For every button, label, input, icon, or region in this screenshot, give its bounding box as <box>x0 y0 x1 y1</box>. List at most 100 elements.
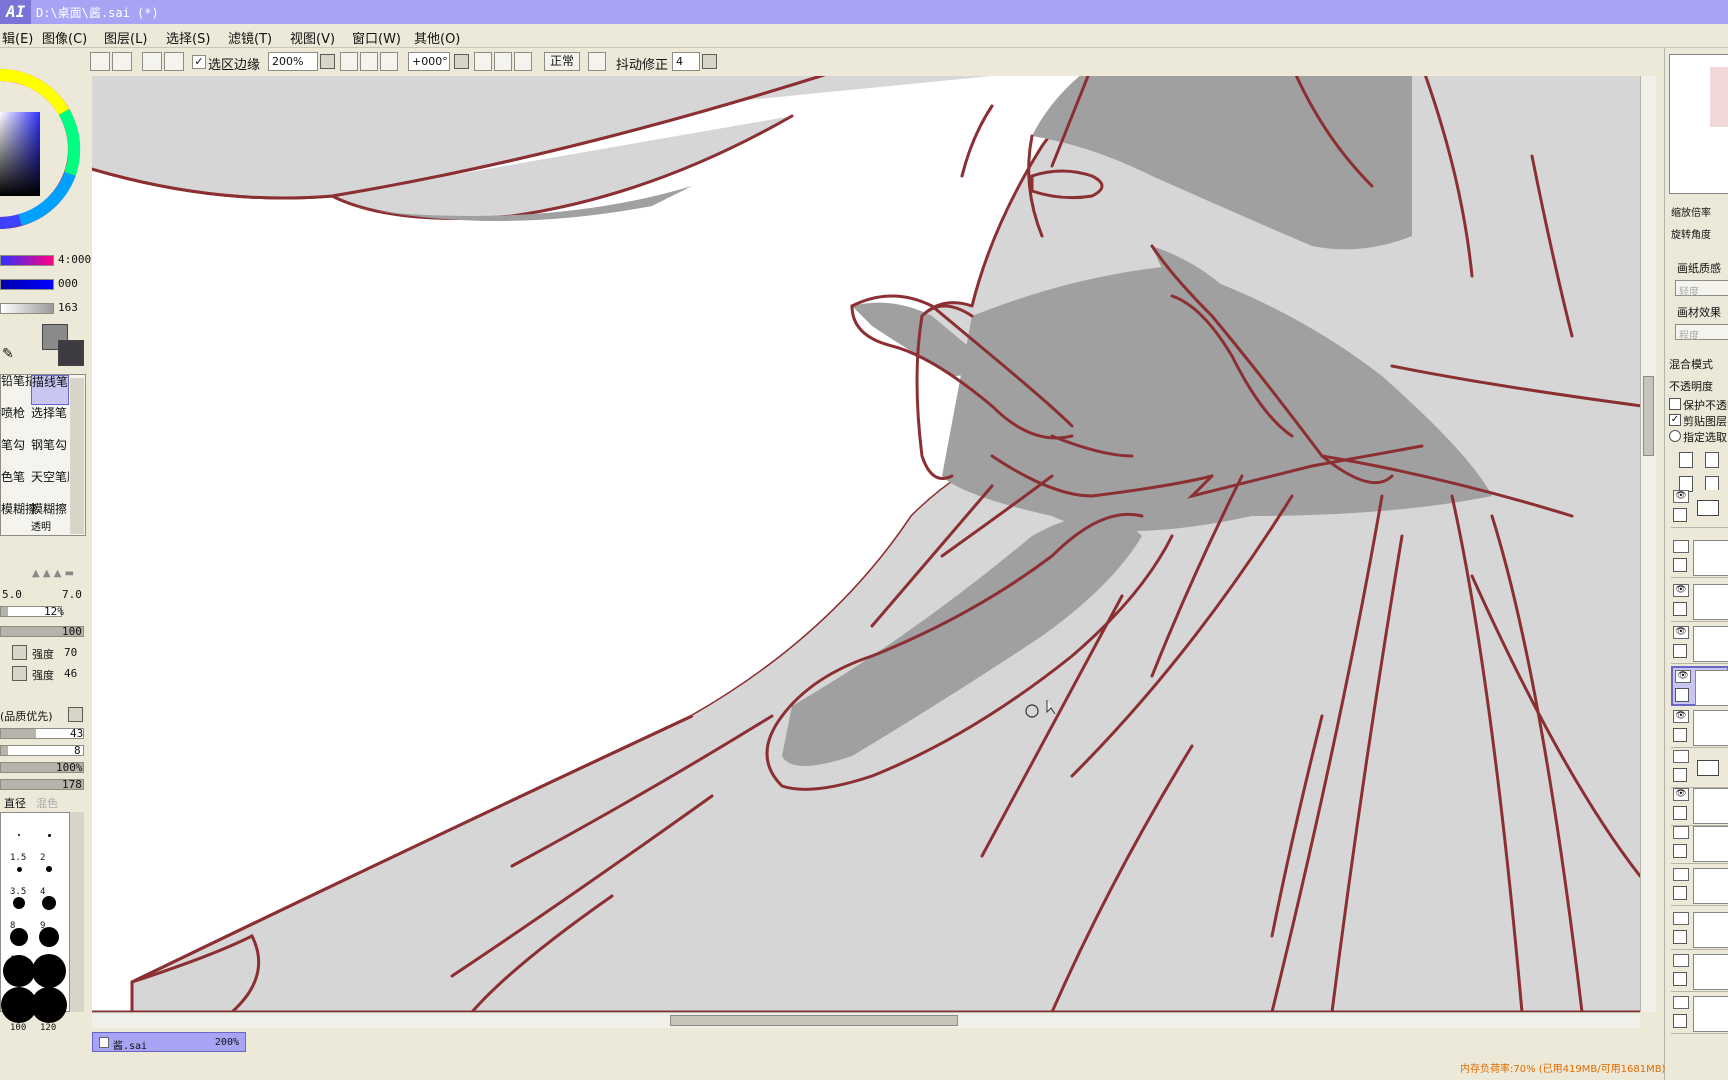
layer-lock-checkbox[interactable] <box>1673 972 1687 986</box>
deselect-button[interactable] <box>142 52 162 71</box>
brush-grid-scrollbar[interactable] <box>70 812 84 1012</box>
brush-size-dot[interactable] <box>42 896 56 910</box>
texture-dropdown[interactable] <box>12 645 27 660</box>
menu-window[interactable]: 窗口(W) <box>352 28 401 47</box>
new-layer-button[interactable] <box>1679 452 1693 468</box>
layer-row[interactable] <box>1671 538 1728 578</box>
layer-row[interactable] <box>1671 866 1728 906</box>
brush-size-dot[interactable] <box>39 927 59 947</box>
undo-button[interactable] <box>90 52 110 71</box>
tool-select-pen[interactable]: 选择笔 <box>31 407 69 437</box>
zoom-reset-button[interactable] <box>380 52 398 71</box>
paper-texture-input[interactable]: 轻度 <box>1675 280 1728 298</box>
brush-size-dot[interactable] <box>31 987 67 1023</box>
rotation-input[interactable]: +000° <box>408 52 450 71</box>
layer-row[interactable]: 👁 <box>1671 786 1728 826</box>
canvas-vertical-scrollbar[interactable] <box>1640 76 1656 1012</box>
layer-lock-checkbox[interactable] <box>1675 688 1689 702</box>
tool-transparent[interactable]: 透明 <box>31 521 69 535</box>
layer-lock-checkbox[interactable] <box>1673 806 1687 820</box>
layer-visibility-icon[interactable] <box>1673 912 1689 925</box>
redo-button[interactable] <box>112 52 132 71</box>
quality-dropdown[interactable] <box>68 707 83 722</box>
brush-size-dot[interactable] <box>47 833 51 837</box>
value-slider[interactable] <box>0 303 54 314</box>
layer-visibility-icon[interactable] <box>1673 540 1689 553</box>
layer-visibility-icon[interactable] <box>1673 750 1689 763</box>
tool-steel-pen[interactable]: 钢笔勾 <box>31 439 69 469</box>
layer-visibility-icon[interactable]: 👁 <box>1675 670 1691 683</box>
selection-edge-checkbox[interactable]: ✓ <box>192 55 206 69</box>
layer-visibility-icon[interactable] <box>1673 954 1689 967</box>
layer-lock-checkbox[interactable] <box>1673 1014 1687 1028</box>
stabilizer-dropdown[interactable] <box>702 54 717 69</box>
vscroll-thumb[interactable] <box>1643 376 1654 456</box>
layer-row[interactable]: 👁 <box>1671 666 1728 706</box>
layer-lock-checkbox[interactable] <box>1673 558 1687 572</box>
layer-lock-checkbox[interactable] <box>1673 768 1687 782</box>
layer-row[interactable] <box>1671 824 1728 864</box>
blend-mode-button[interactable]: 正常 <box>544 52 580 71</box>
brush-size-dot[interactable] <box>16 866 22 872</box>
layer-lock-checkbox[interactable] <box>1673 508 1687 522</box>
rotate-left-button[interactable] <box>474 52 492 71</box>
menu-image[interactable]: 图像(C) <box>42 28 87 47</box>
layer-visibility-icon[interactable]: 👁 <box>1673 626 1689 639</box>
layer-row[interactable] <box>1671 994 1728 1034</box>
new-linework-layer-button[interactable] <box>1705 452 1719 468</box>
brush-size-dot[interactable] <box>10 928 28 946</box>
saturation-slider[interactable] <box>0 279 54 290</box>
menu-filter[interactable]: 滤镜(T) <box>228 28 272 47</box>
stabilizer-input[interactable]: 4 <box>672 52 700 71</box>
layer-visibility-icon[interactable] <box>1673 868 1689 881</box>
layer-row[interactable]: 👁 <box>1671 582 1728 622</box>
tool-line-brush[interactable]: 描线笔 <box>31 375 69 405</box>
rotate-reset-button[interactable] <box>514 52 532 71</box>
effect-dropdown[interactable] <box>12 666 27 681</box>
drawing-canvas[interactable] <box>92 76 1640 1012</box>
layer-visibility-icon[interactable] <box>1673 996 1689 1009</box>
brush-size-dot[interactable] <box>3 955 35 987</box>
brush-size-dot[interactable] <box>46 866 52 872</box>
menu-select[interactable]: 选择(S) <box>166 28 210 47</box>
layer-visibility-icon[interactable] <box>1673 826 1689 839</box>
invert-select-button[interactable] <box>164 52 184 71</box>
tool-list-scrollbar[interactable] <box>70 378 84 534</box>
canvas-horizontal-scrollbar[interactable] <box>92 1012 1640 1028</box>
rotation-dropdown[interactable] <box>454 54 469 69</box>
menu-other[interactable]: 其他(O) <box>414 28 460 47</box>
layer-lock-checkbox[interactable] <box>1673 930 1687 944</box>
brush-size-dot[interactable] <box>13 897 25 909</box>
menu-view[interactable]: 视图(V) <box>290 28 335 47</box>
layer-lock-checkbox[interactable] <box>1673 728 1687 742</box>
layer-lock-checkbox[interactable] <box>1673 644 1687 658</box>
layer-lock-checkbox[interactable] <box>1673 844 1687 858</box>
brush-size-dot[interactable] <box>32 954 66 988</box>
layer-row[interactable] <box>1671 910 1728 950</box>
hue-slider[interactable] <box>0 255 54 266</box>
protect-opacity-checkbox[interactable] <box>1669 398 1681 410</box>
layer-lock-checkbox[interactable] <box>1673 602 1687 616</box>
zoom-input[interactable]: 200% <box>268 52 318 71</box>
rotate-right-button[interactable] <box>494 52 512 71</box>
tool-sky-brush[interactable]: 天空笔刷 <box>31 471 69 501</box>
zoom-dropdown[interactable] <box>320 54 335 69</box>
menu-layer[interactable]: 图层(L) <box>104 28 147 47</box>
layer-row[interactable]: 👁 <box>1671 488 1728 528</box>
paint-effect-input[interactable]: 程度 <box>1675 324 1728 342</box>
layer-row[interactable]: 👁 <box>1671 624 1728 664</box>
layer-lock-checkbox[interactable] <box>1673 886 1687 900</box>
zoom-in-button[interactable] <box>360 52 378 71</box>
brush-size-dot[interactable] <box>18 834 20 836</box>
color-wheel[interactable] <box>0 54 88 254</box>
flip-button[interactable] <box>588 52 606 71</box>
layer-visibility-icon[interactable]: 👁 <box>1673 490 1689 503</box>
param-slider-2[interactable] <box>0 745 84 756</box>
navigator-preview[interactable] <box>1669 54 1728 194</box>
layer-row[interactable] <box>1671 952 1728 992</box>
layer-visibility-icon[interactable]: 👁 <box>1673 584 1689 597</box>
layer-visibility-icon[interactable]: 👁 <box>1673 788 1689 801</box>
clip-layer-checkbox[interactable]: ✓ <box>1669 414 1681 426</box>
brush-size-grid[interactable]: 1.523.548916204050100120 <box>0 812 70 1033</box>
menu-edit[interactable]: 辑(E) <box>2 28 33 47</box>
